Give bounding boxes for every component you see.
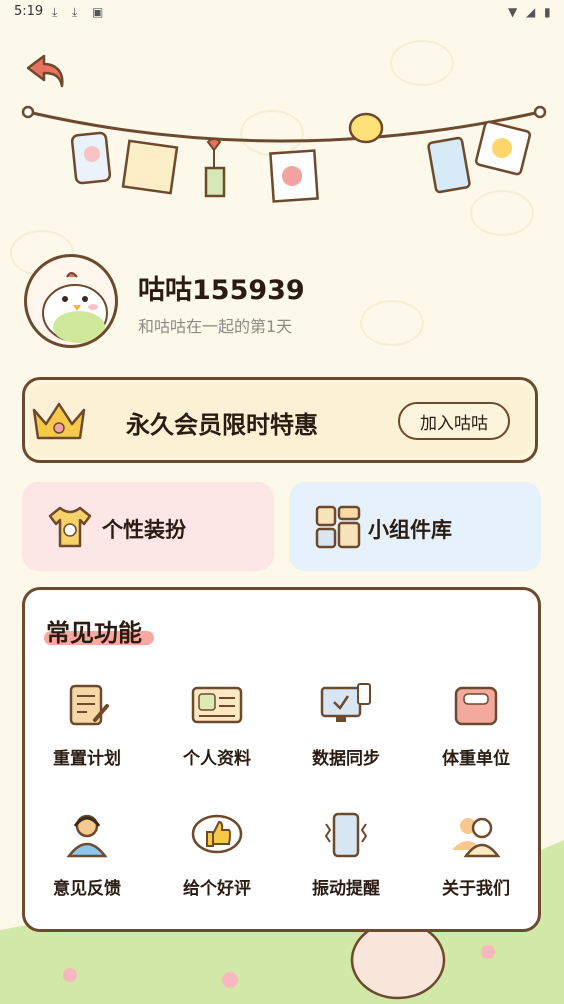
vibration-reminder-label: 振动提醒 [312,879,380,899]
back-arrow-icon[interactable] [22,50,70,90]
widgets-icon [315,505,361,549]
vip-title: 永久会员限时特惠 [126,411,318,439]
data-sync-button[interactable]: 数据同步 [286,680,406,770]
profile-info-button[interactable]: 个人资料 [157,680,277,770]
about-us-label: 关于我们 [442,879,510,899]
data-sync-label: 数据同步 [312,749,380,769]
profile-info-label: 个人资料 [183,749,251,769]
feedback-label: 意见反馈 [53,879,121,899]
download-icon: ⤓ [52,5,58,19]
phone-vibrate-icon [324,812,368,858]
rate-us-button[interactable]: 给个好评 [157,810,277,900]
document-pen-icon [69,684,109,726]
join-vip-button[interactable]: 加入咕咕 [398,402,510,440]
computer-sync-icon [320,683,371,722]
download-icon: ⤓ [72,5,78,19]
wifi-icon: ▼ [508,5,518,19]
people-icon [452,817,501,858]
thumbs-up-icon [191,814,243,854]
clothesline-decoration [21,105,547,203]
reset-plan-label: 重置计划 [53,749,121,769]
background-flower [390,40,454,86]
days-together-text: 和咕咕在一起的第1天 [138,317,293,336]
signal-icon: ◢ [526,5,536,19]
avatar[interactable] [24,254,118,348]
weight-unit-label: 体重单位 [442,749,510,769]
username: 咕咕155939 [138,275,305,306]
battery-icon: ▮ [544,5,551,19]
app-notification-icon: ▣ [92,5,104,19]
widgets-label: 小组件库 [368,518,452,542]
rate-us-label: 给个好评 [183,879,251,899]
weight-unit-button[interactable]: 体重单位 [416,680,536,770]
feedback-button[interactable]: 意见反馈 [27,810,147,900]
common-functions-title: 常见功能 [46,619,142,647]
reset-plan-button[interactable]: 重置计划 [27,680,147,770]
status-bar: 5:19 ⤓ ⤓ ▣ ▼ ◢ ▮ [0,0,564,26]
headset-person-icon [66,814,108,858]
scale-icon [454,686,498,726]
vibration-reminder-button[interactable]: 振动提醒 [286,810,406,900]
background-flower [360,300,424,346]
status-time: 5:19 [14,4,44,19]
tshirt-icon [48,506,92,548]
id-card-icon [191,686,243,724]
about-us-button[interactable]: 关于我们 [416,810,536,900]
crown-icon [32,402,86,440]
dressup-label: 个性装扮 [102,518,186,542]
chick-avatar-icon [42,272,108,343]
